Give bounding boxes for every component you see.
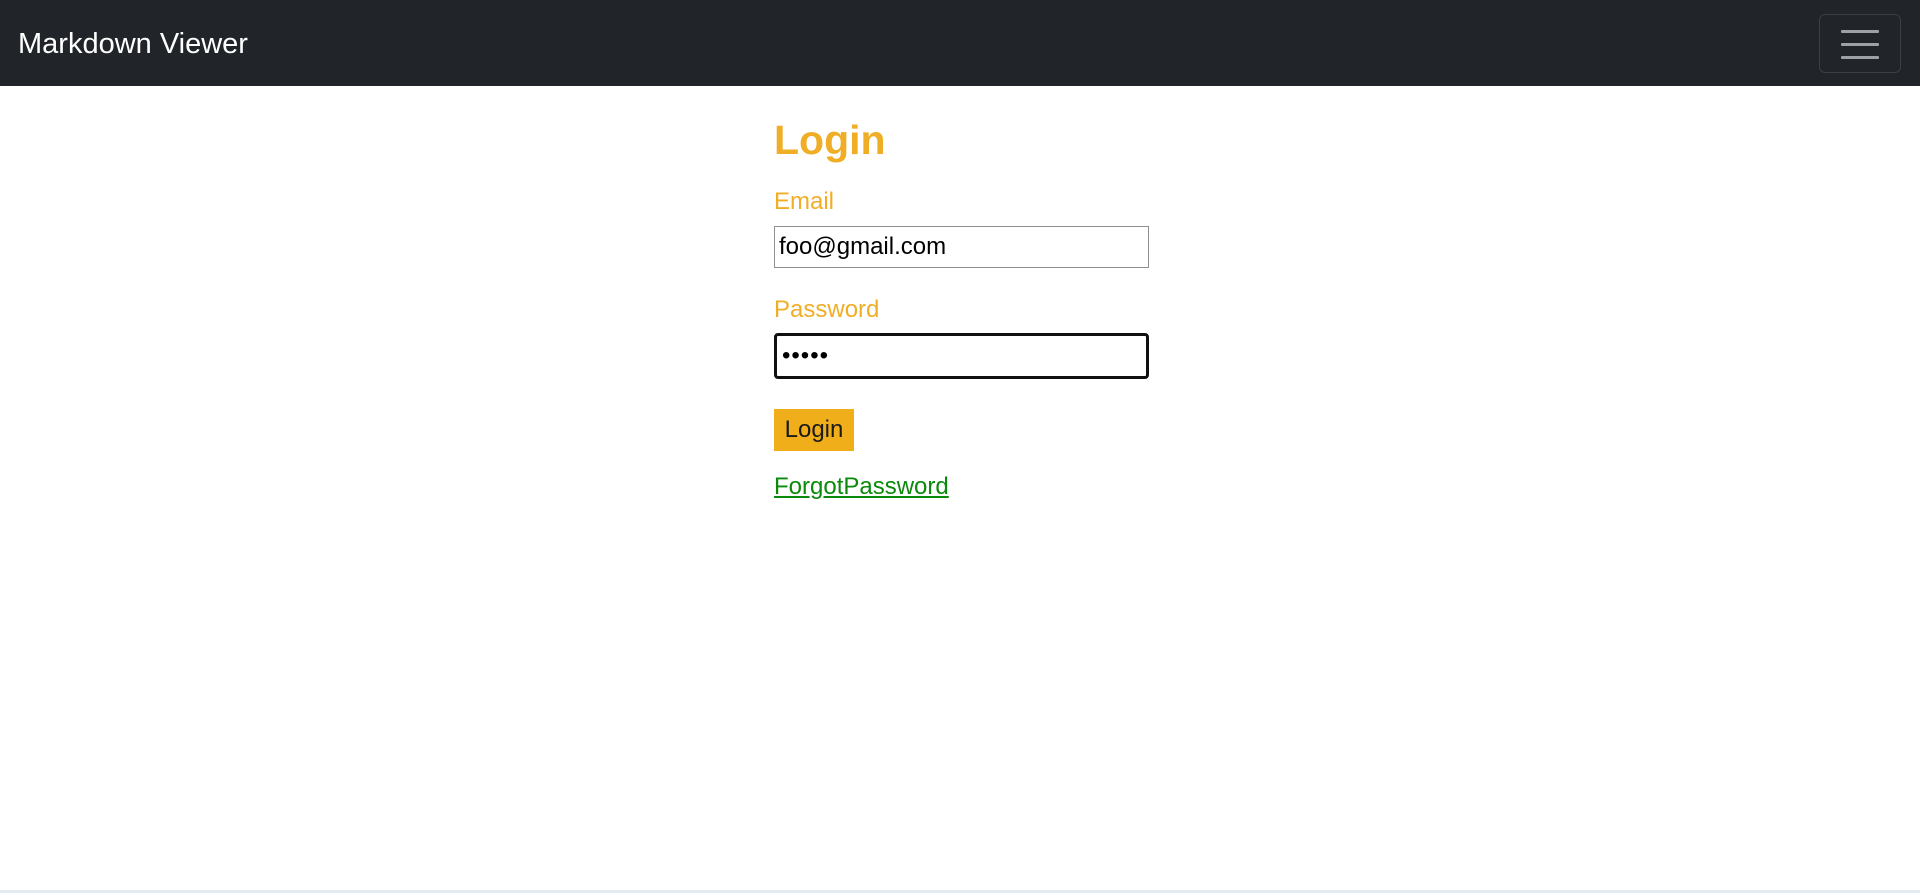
navbar-brand[interactable]: Markdown Viewer xyxy=(18,27,248,61)
navbar-toggler-button[interactable] xyxy=(1819,14,1901,73)
forgot-password-link[interactable]: ForgotPassword xyxy=(774,472,949,502)
hamburger-bar xyxy=(1841,43,1879,46)
login-button[interactable]: Login xyxy=(774,409,854,451)
password-field[interactable] xyxy=(774,333,1149,379)
email-field[interactable] xyxy=(774,226,1149,268)
page-title: Login xyxy=(774,117,886,163)
navbar: Markdown Viewer xyxy=(0,0,1920,86)
email-label: Email xyxy=(774,188,835,215)
hamburger-bar xyxy=(1841,30,1879,33)
hamburger-bar xyxy=(1841,56,1879,59)
password-label: Password xyxy=(774,296,880,323)
